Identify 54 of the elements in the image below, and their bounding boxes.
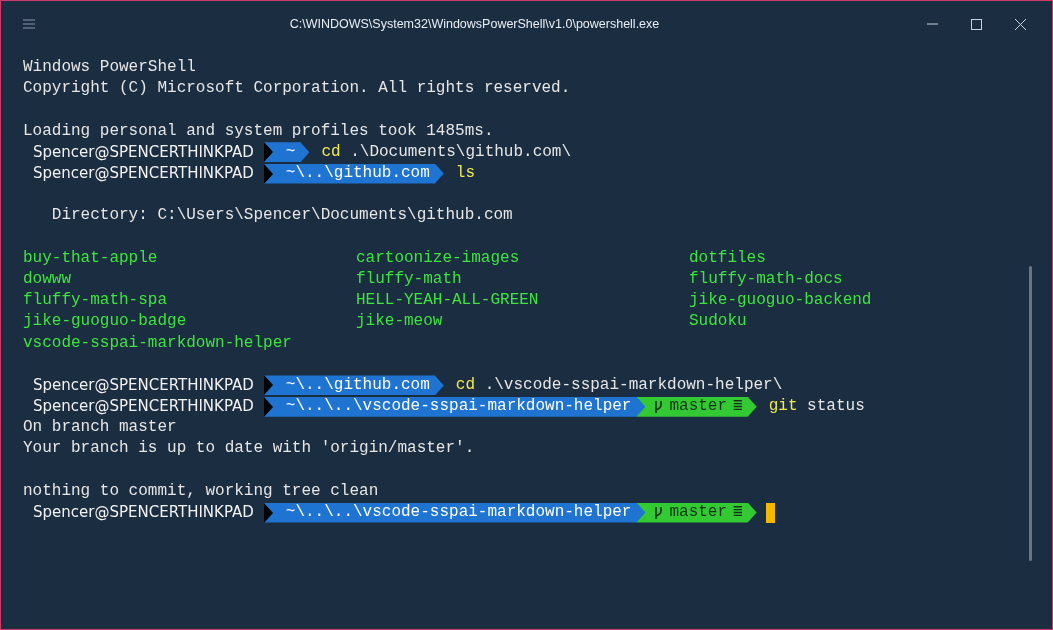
- directory-name: vscode-sspai-markdown-helper: [23, 332, 293, 354]
- branch-icon: [654, 399, 664, 414]
- output-text: Directory: C:\Users\Spencer\Documents\github.com: [50, 205, 513, 227]
- directory-name: buy-that-apple: [23, 247, 159, 269]
- separator-arrow-icon: [263, 142, 273, 163]
- path-text: ~\..\github.com: [285, 374, 430, 396]
- output-text: Your branch is up to date with 'origin/master'.: [23, 438, 475, 460]
- git-status: ≣: [733, 502, 743, 523]
- output-text: nothing to commit, working tree clean: [23, 480, 379, 502]
- separator-arrow-icon: [263, 163, 273, 184]
- output-text: Windows PowerShell: [23, 57, 196, 78]
- scrollbar[interactable]: [1029, 266, 1032, 561]
- branch-icon: [654, 505, 664, 520]
- command-name: ls: [455, 162, 476, 184]
- path-text: ~: [285, 141, 296, 163]
- git-branch: master: [669, 396, 728, 418]
- directory-name: fluffy-math: [356, 268, 463, 290]
- prompt-user: Spencer@SPENCERTHINKPAD: [32, 163, 255, 184]
- command-args: .\Documents\github.com\: [349, 141, 572, 163]
- output-text: Loading personal and system profiles took 1485ms.: [23, 120, 494, 142]
- close-icon: [1014, 18, 1026, 30]
- path-text: ~\..\..\vscode-sspai-markdown-helper: [285, 502, 632, 523]
- directory-name: dowww: [23, 268, 72, 290]
- directory-name: fluffy-math-docs: [689, 268, 844, 290]
- window-title: C:\WINDOWS\System32\WindowsPowerShell\v1.0\powershell.exe: [288, 17, 661, 31]
- path-text: ~\..\..\vscode-sspai-markdown-helper: [285, 396, 632, 418]
- separator-arrow-icon: [263, 502, 273, 523]
- git-status: ≣: [733, 396, 743, 418]
- directory-name: jike-guoguo-backend: [689, 290, 873, 312]
- prompt-user: Spencer@SPENCERTHINKPAD: [32, 375, 255, 396]
- command-name: git: [768, 396, 798, 418]
- minimize-icon: [926, 23, 938, 25]
- output-text: Copyright (C) Microsoft Corporation. All rights reserved.: [23, 78, 571, 100]
- output-text: On branch master: [23, 417, 177, 439]
- command-name: cd: [321, 141, 341, 163]
- menu-icon: [23, 19, 35, 29]
- prompt-user: Spencer@SPENCERTHINKPAD: [32, 396, 255, 418]
- command-name: cd: [455, 374, 476, 396]
- directory-name: HELL-YEAH-ALL-GREEN: [356, 290, 540, 312]
- directory-name: fluffy-math-spa: [23, 290, 169, 312]
- maximize-icon: [970, 18, 982, 30]
- directory-name: jike-meow: [356, 311, 444, 333]
- directory-name: cartoonize-images: [356, 247, 521, 269]
- directory-name: dotfiles: [689, 247, 767, 269]
- command-args: status: [806, 396, 865, 418]
- directory-name: Sudoku: [689, 311, 748, 333]
- prompt-user: Spencer@SPENCERTHINKPAD: [32, 141, 255, 163]
- path-text: ~\..\github.com: [285, 162, 430, 184]
- directory-name: jike-guoguo-badge: [23, 311, 188, 333]
- separator-arrow-icon: [263, 375, 273, 396]
- prompt-user: Spencer@SPENCERTHINKPAD: [32, 502, 255, 523]
- git-branch: master: [669, 502, 728, 523]
- separator-arrow-icon: [263, 396, 273, 417]
- command-args: .\vscode-sspai-markdown-helper\: [483, 374, 783, 396]
